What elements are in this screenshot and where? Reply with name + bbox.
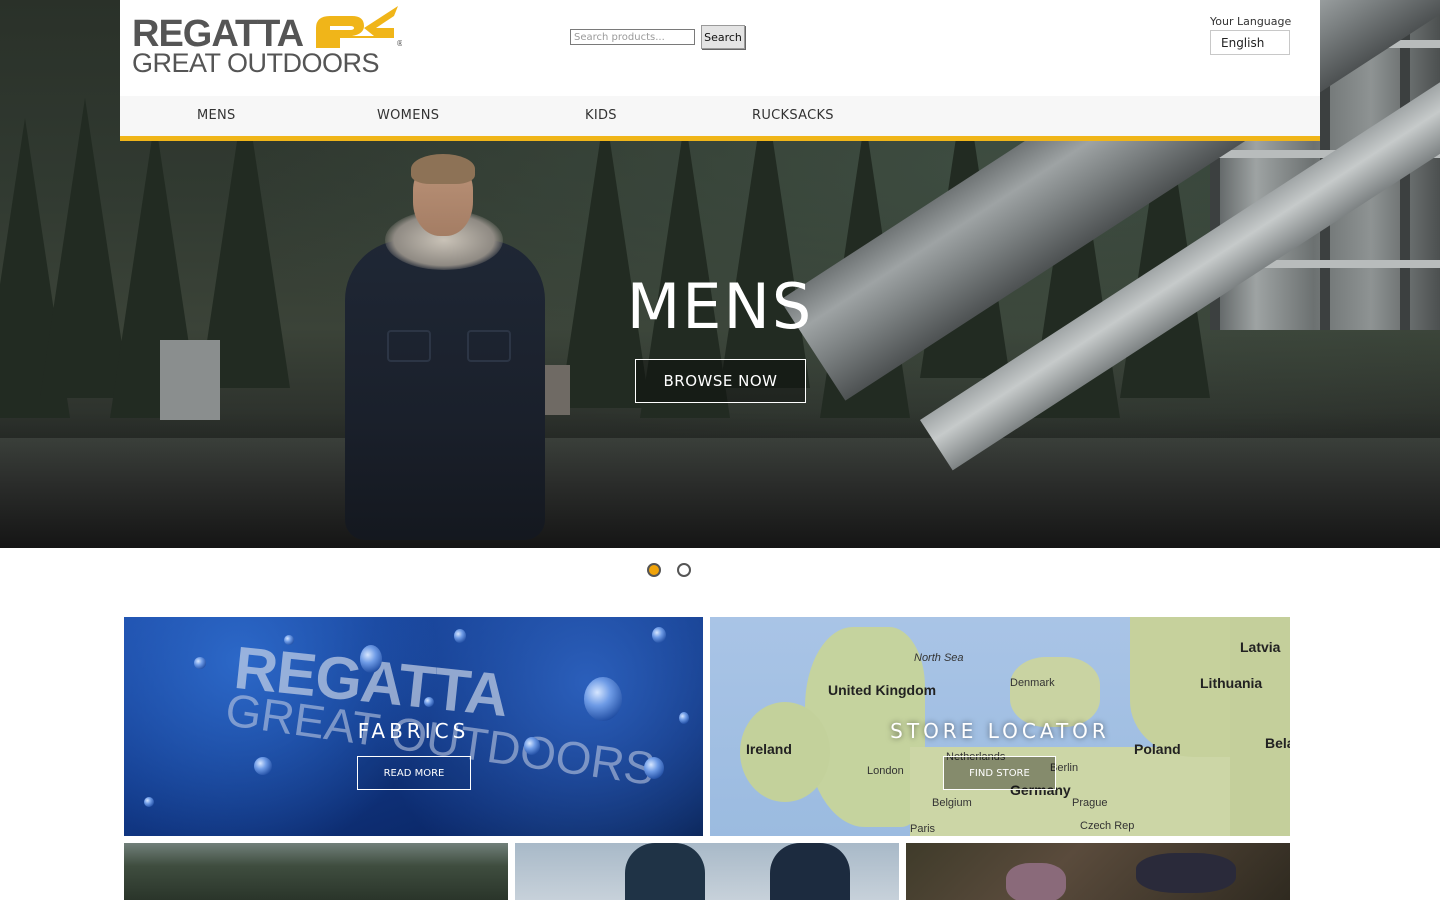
map-label-prague: Prague — [1072, 797, 1108, 809]
hero-model-image — [325, 150, 555, 548]
promo-tile-2[interactable] — [515, 843, 899, 900]
map-label-czech: Czech Rep — [1080, 820, 1135, 832]
hero-ground — [0, 438, 1440, 548]
map-label-north-sea: North Sea — [914, 652, 964, 664]
map-label-paris: Paris — [910, 823, 936, 835]
nav-item-rucksacks[interactable]: RUCKSACKS — [752, 108, 834, 123]
promo-tile-1[interactable] — [124, 843, 508, 900]
site-header: REGATTA GREAT OUTDOORS ® Search Your Lan… — [120, 0, 1320, 96]
regatta-r-icon: ® — [316, 6, 402, 48]
logo-tagline: GREAT OUTDOORS — [132, 48, 380, 78]
slider-dot-1[interactable] — [647, 563, 661, 577]
map-label-lithuania: Lithuania — [1200, 675, 1263, 691]
map-label-poland: Poland — [1134, 741, 1181, 757]
slider-dot-2[interactable] — [677, 563, 691, 577]
map-label-denmark: Denmark — [1010, 677, 1055, 689]
map-label-ireland: Ireland — [746, 741, 792, 757]
browse-now-button[interactable]: BROWSE NOW — [635, 359, 806, 403]
nav-item-womens[interactable]: WOMENS — [377, 108, 439, 123]
nav-item-kids[interactable]: KIDS — [585, 108, 617, 123]
promo-tile-3[interactable] — [906, 843, 1290, 900]
hero-title: MENS — [626, 270, 814, 343]
map-label-uk: United Kingdom — [828, 682, 937, 698]
fabrics-tile[interactable]: REGATTA GREAT OUTDOORS FABRICS READ MORE — [124, 617, 703, 836]
map-label-belgium: Belgium — [932, 797, 972, 809]
find-store-button[interactable]: FIND STORE — [943, 756, 1056, 790]
store-locator-title: STORE LOCATOR — [890, 719, 1110, 743]
nav-item-mens[interactable]: MENS — [197, 108, 236, 123]
hero-cabin — [160, 340, 220, 420]
search-button[interactable]: Search — [701, 25, 745, 49]
search-input[interactable] — [570, 29, 695, 45]
store-locator-tile[interactable]: North Sea United Kingdom Ireland London … — [710, 617, 1290, 836]
fabrics-title: FABRICS — [357, 719, 470, 743]
regatta-logo[interactable]: REGATTA GREAT OUTDOORS ® — [132, 6, 402, 80]
map-label-latvia: Latvia — [1240, 639, 1281, 655]
svg-text:®: ® — [396, 39, 402, 48]
map-label-london: London — [867, 765, 904, 777]
main-nav: MENS WOMENS KIDS RUCKSACKS — [120, 96, 1320, 141]
language-label: Your Language — [1210, 15, 1292, 28]
read-more-button[interactable]: READ MORE — [357, 756, 471, 790]
language-select[interactable]: English — [1210, 30, 1290, 55]
